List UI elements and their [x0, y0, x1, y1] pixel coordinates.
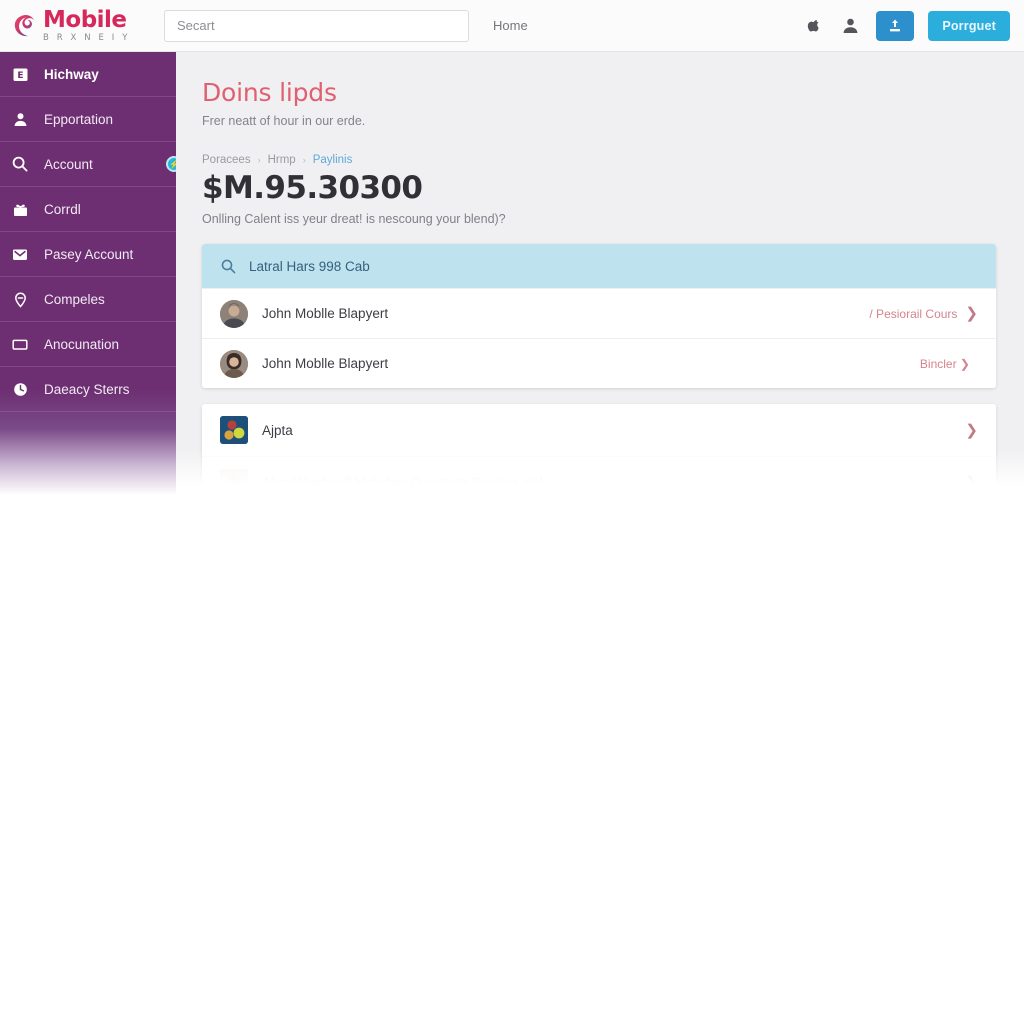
sidebar-item-label: Anocunation	[44, 336, 120, 352]
person-icon	[8, 107, 32, 131]
upload-button[interactable]	[876, 10, 915, 41]
sidebar: E Hichway Epportation Account ⚡ Corrdl P…	[0, 52, 176, 495]
chevron-right-icon: ›	[302, 155, 306, 165]
page-title: Doins lipds	[202, 78, 337, 107]
breadcrumb-item-2[interactable]: Paylinis	[313, 154, 353, 166]
row-action[interactable]: / Pesiorail Cours ❯	[869, 306, 978, 321]
row-action-label: Bincler ❯	[919, 356, 970, 371]
main-content: Doins lipds Frer neatt of hour in our er…	[176, 52, 1024, 495]
card-search-text: Latral Hars 998 Cab	[249, 258, 370, 274]
svg-text:E: E	[17, 71, 23, 81]
avatar	[220, 299, 248, 328]
sidebar-item-label: Compeles	[44, 291, 105, 307]
bag-icon[interactable]	[800, 14, 824, 38]
brand-name: Mobile	[43, 6, 127, 33]
sidebar-item-label: Corrdl	[44, 201, 81, 217]
search-input[interactable]	[164, 9, 469, 42]
row-action-label: / Pesiorail Cours	[869, 306, 958, 321]
avatar	[220, 416, 248, 444]
avatar	[220, 349, 248, 378]
card-search-row[interactable]: Latral Hars 998 Cab	[202, 244, 996, 288]
calendar-icon: E	[8, 62, 32, 86]
amount-value: $M.95.30300	[202, 170, 423, 206]
status-badge: ⚡	[166, 156, 176, 172]
clock-icon	[8, 377, 32, 401]
row-action[interactable]: Bincler ❯	[920, 357, 978, 371]
breadcrumb-item-0[interactable]: Poracees	[202, 154, 251, 166]
sidebar-item-epportation[interactable]: Epportation	[0, 97, 176, 142]
sidebar-item-label: Epportation	[44, 111, 114, 127]
chevron-right-icon: ❯	[965, 421, 978, 439]
results-card: Latral Hars 998 Cab John Moblle Blapyert…	[202, 244, 996, 388]
swirl-logo-icon	[12, 13, 38, 39]
sidebar-item-label: Daeacy Sterrs	[44, 381, 130, 397]
row-name: John Moblle Blapyert	[262, 306, 389, 321]
sidebar-item-account[interactable]: Account ⚡	[0, 142, 176, 187]
brand-logo[interactable]: Mobile B R X N E I Y	[0, 0, 176, 52]
porrguet-button[interactable]: Porrguet	[928, 10, 1010, 41]
sidebar-item-label: Hichway	[44, 66, 99, 82]
sidebar-item-pasey-account[interactable]: Pasey Account	[0, 232, 176, 277]
gift-icon	[8, 197, 32, 221]
chevron-right-icon: ❯	[965, 474, 978, 491]
table-row[interactable]: John Moblle Blapyert Bincler ❯	[202, 338, 996, 388]
avatar	[220, 468, 248, 495]
amount-note: Onlling Calent iss yeur dreat! is nescou…	[202, 212, 506, 226]
sidebar-item-anocunation[interactable]: Anocunation	[0, 322, 176, 367]
sidebar-item-label: Account	[44, 156, 93, 172]
sidebar-item-corrdl[interactable]: Corrdl	[0, 187, 176, 232]
top-bar: Mobile B R X N E I Y Home	[0, 0, 1024, 52]
sidebar-item-compeles[interactable]: Compeles	[0, 277, 176, 322]
user-icon[interactable]	[838, 14, 862, 38]
nav-home[interactable]: Home	[493, 18, 528, 33]
app-root: Mobile B R X N E I Y Home	[0, 0, 1024, 1024]
search-container	[164, 9, 469, 42]
monitor-icon	[8, 332, 32, 356]
chevron-right-icon: ›	[257, 155, 261, 165]
row-action[interactable]: ❯	[965, 423, 978, 438]
search-icon	[8, 152, 32, 176]
inbox-icon	[8, 242, 32, 266]
map-pin-icon	[8, 287, 32, 311]
row-action[interactable]: ❯	[965, 475, 978, 490]
upload-icon	[890, 19, 901, 31]
chevron-right-icon: ❯	[965, 305, 978, 322]
top-bar-actions: Porrguet	[800, 10, 1024, 41]
page-subtitle: Frer neatt of hour in our erde.	[202, 114, 366, 128]
top-navigation: Home	[493, 18, 528, 33]
table-row[interactable]: John Moblle Blapyert / Pesiorail Cours ❯	[202, 288, 996, 338]
row-name: John Moblle Blapyert	[262, 356, 389, 371]
list-item[interactable]: AfyoANwrls wll Hnbsher Ouysttute Breeing…	[202, 456, 996, 495]
breadcrumb-item-1[interactable]: Hrmp	[268, 154, 296, 166]
row-name: AfyoANwrls wll Hnbsher Ouysttute Breeing…	[262, 475, 543, 490]
list-item[interactable]: Ajpta ❯	[202, 404, 996, 456]
search-icon	[220, 258, 237, 275]
row-name: Ajpta	[262, 422, 293, 438]
breadcrumb: Poracees › Hrmp › Paylinis	[202, 154, 996, 166]
sidebar-item-daeacy-sterrs[interactable]: Daeacy Sterrs	[0, 367, 176, 412]
sidebar-item-hichway[interactable]: E Hichway	[0, 52, 176, 97]
sidebar-item-label: Pasey Account	[44, 246, 134, 262]
secondary-card: Ajpta ❯ AfyoANwrls wll Hnbsher Ouysttute…	[202, 404, 996, 495]
brand-subtitle: B R X N E I Y	[43, 32, 130, 43]
